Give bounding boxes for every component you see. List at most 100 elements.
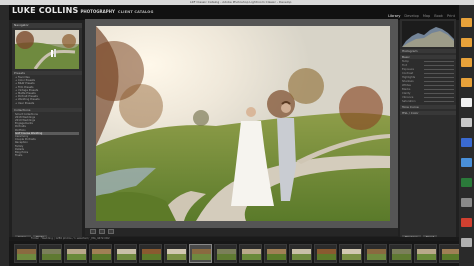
folder-icon[interactable] (461, 18, 472, 27)
filmstrip-thumb[interactable] (39, 244, 62, 263)
thumb-image (217, 249, 236, 260)
filmstrip-thumb[interactable] (389, 244, 412, 263)
right-panel: Histogram Basic Temp Tint Exposure Contr… (400, 19, 456, 241)
brand-name: LUKE COLLINS (12, 6, 79, 15)
histogram-graph (402, 27, 454, 47)
slider-track[interactable] (424, 80, 454, 82)
filmstrip-thumb[interactable] (114, 244, 137, 263)
thumb-image (442, 249, 459, 260)
navigator-preview[interactable] (15, 30, 79, 69)
slider-track[interactable] (424, 84, 454, 86)
filmstrip[interactable] (9, 241, 459, 266)
module-picker: Library Develop Map Book Print (388, 14, 455, 18)
navigator-image (15, 30, 79, 69)
soft-proof-icon[interactable] (108, 229, 114, 234)
filmstrip-thumb[interactable] (264, 244, 287, 263)
trash-icon[interactable] (461, 238, 472, 247)
filmstrip-thumb[interactable] (289, 244, 312, 263)
slider-label: Whites (402, 83, 411, 87)
image-toolbar (85, 228, 398, 236)
slider-track[interactable] (424, 76, 454, 78)
slider-track[interactable] (424, 72, 454, 74)
folder-icon[interactable] (461, 38, 472, 47)
slider-label: Shadows (402, 79, 414, 83)
thumb-image (92, 249, 111, 260)
brand-studio: PHOTOGRAPHY (80, 9, 115, 14)
filmstrip-thumb[interactable] (239, 244, 262, 263)
thumb-image (192, 249, 211, 260)
thumb-image (167, 249, 186, 260)
module-book[interactable]: Book (434, 14, 443, 18)
presets-list: + Favorites + Color Presets + B&W Preset… (12, 75, 82, 106)
hsl-header[interactable]: HSL / Color (400, 111, 456, 115)
filmstrip-thumb[interactable] (139, 244, 162, 263)
module-map[interactable]: Map (423, 14, 430, 18)
collection-item[interactable]: Finals (15, 154, 79, 157)
wedding-photo (96, 26, 390, 221)
folder-icon[interactable] (461, 78, 472, 87)
filmstrip-thumb[interactable] (214, 244, 237, 263)
document-icon[interactable] (461, 98, 472, 107)
thumb-image (367, 249, 386, 260)
lightroom-window: LUKE COLLINS PHOTOGRAPHY CLIENT CATALOG Li… (9, 5, 459, 266)
thumb-image (117, 249, 136, 260)
app-icon[interactable] (461, 198, 472, 207)
slider-label: Contrast (402, 71, 414, 75)
filmstrip-thumb[interactable] (364, 244, 387, 263)
filmstrip-thumb[interactable] (314, 244, 337, 263)
main-image-view[interactable] (85, 19, 398, 228)
slider-track[interactable] (424, 68, 454, 70)
filmstrip-thumb[interactable] (414, 244, 437, 263)
slider-track[interactable] (424, 88, 454, 90)
app-icon[interactable] (461, 138, 472, 147)
navigator-header[interactable]: Navigator (12, 23, 82, 28)
brand-catalog: CLIENT CATALOG (117, 10, 154, 14)
brand-logo: LUKE COLLINS PHOTOGRAPHY CLIENT CATALOG (12, 6, 154, 17)
slider-track[interactable] (424, 64, 454, 66)
preset-item[interactable]: + User Presets (15, 102, 79, 105)
slider-label: Saturation (402, 99, 416, 103)
thumb-image (242, 249, 261, 260)
before-after-icon[interactable] (99, 229, 105, 234)
histogram-header[interactable]: Histogram (400, 49, 456, 53)
filmstrip-thumb[interactable] (14, 244, 37, 263)
module-develop[interactable]: Develop (404, 14, 418, 18)
histogram[interactable] (402, 21, 454, 47)
thumb-image (317, 249, 336, 260)
thumb-image (17, 249, 36, 260)
slider-label: Tint (402, 63, 407, 67)
folder-icon[interactable] (461, 58, 472, 67)
slider-label: Temp (402, 59, 409, 63)
left-panel: Navigator Presets + Favorites + Color Pr… (12, 23, 82, 241)
slider-track[interactable] (424, 96, 454, 98)
module-print[interactable]: Print (447, 14, 455, 18)
app-icon[interactable] (461, 218, 472, 227)
tone-curve-header[interactable]: Tone Curve (400, 105, 456, 109)
thumb-image (417, 249, 436, 260)
module-library[interactable]: Library (388, 14, 400, 18)
app-icon[interactable] (461, 178, 472, 187)
filmstrip-thumb[interactable] (89, 244, 112, 263)
slider-row[interactable]: Saturation (400, 99, 456, 103)
drive-icon[interactable] (461, 118, 472, 127)
filmstrip-thumb[interactable] (164, 244, 187, 263)
thumb-image (392, 249, 411, 260)
filmstrip-thumb[interactable] (339, 244, 362, 263)
slider-track[interactable] (424, 60, 454, 62)
app-icon[interactable] (461, 158, 472, 167)
thumb-image (142, 249, 161, 260)
collections-list: Smart Collections 2018 Weddings 2019 Wed… (12, 112, 82, 159)
slider-label: Highlights (402, 75, 416, 79)
filmstrip-thumb-selected[interactable] (189, 244, 212, 263)
slider-label: Exposure (402, 67, 415, 71)
filmstrip-thumb[interactable] (64, 244, 87, 263)
slider-track[interactable] (424, 92, 454, 94)
thumb-image (42, 249, 61, 260)
thumb-image (267, 249, 286, 260)
slider-track[interactable] (424, 100, 454, 102)
photo-image (96, 26, 390, 221)
loupe-view-icon[interactable] (90, 229, 96, 234)
slider-label: Vibrance (402, 95, 414, 99)
filmstrip-thumb[interactable] (439, 244, 459, 263)
thumb-image (342, 249, 361, 260)
